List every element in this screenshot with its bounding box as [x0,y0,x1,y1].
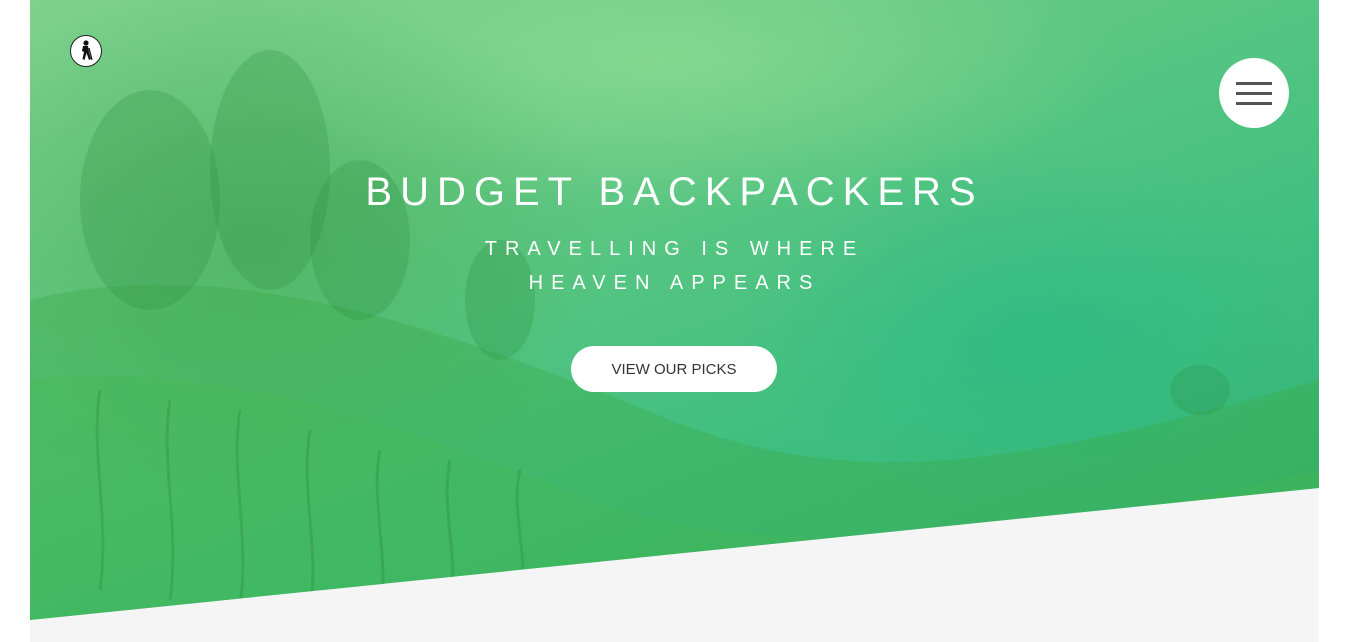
menu-button[interactable] [1219,58,1289,128]
hamburger-menu-icon [1236,81,1272,85]
hero-title: BUDGET BACKPACKERS [365,170,984,214]
hamburger-menu-icon-bar [1236,101,1272,105]
site-logo[interactable] [70,35,102,67]
hamburger-menu-icon-bar [1236,91,1272,95]
hiker-icon [74,39,98,63]
page: BUDGET BACKPACKERS TRAVELLING IS WHERE H… [30,0,1319,642]
view-our-picks-button[interactable]: VIEW OUR PICKS [571,346,777,392]
tea-hills-background [30,50,1319,620]
hero-banner: BUDGET BACKPACKERS TRAVELLING IS WHERE H… [30,0,1319,620]
hero-subtitle: TRAVELLING IS WHERE HEAVEN APPEARS [484,238,865,294]
